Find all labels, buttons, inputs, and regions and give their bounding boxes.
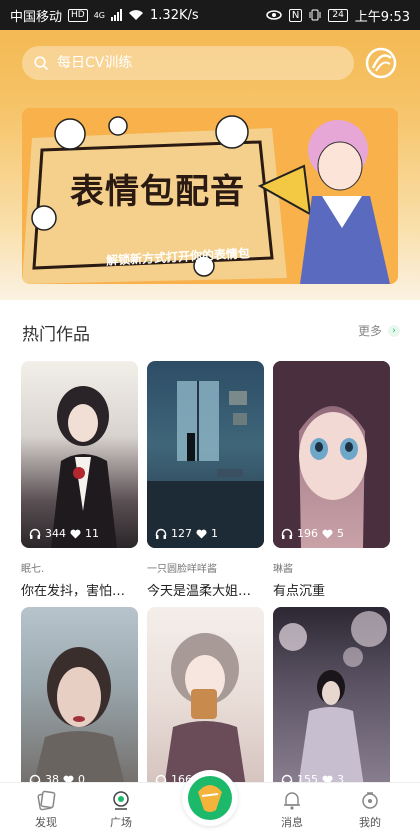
tab-discover[interactable]: 发现 bbox=[16, 789, 76, 830]
work-title[interactable]: 有点沉重 bbox=[273, 580, 390, 599]
work-title[interactable]: 你在发抖，害怕我，... bbox=[21, 580, 138, 599]
work-stats: 196 5 bbox=[281, 527, 344, 540]
app-logo-icon[interactable] bbox=[364, 46, 398, 80]
work-author[interactable]: 一只圆脸咩咩酱 bbox=[147, 560, 264, 575]
create-button[interactable] bbox=[182, 770, 238, 826]
clock: 上午9:53 bbox=[354, 9, 410, 25]
profile-icon bbox=[362, 792, 378, 809]
headphones-icon bbox=[155, 528, 167, 539]
work-stats: 127 1 bbox=[155, 527, 218, 540]
bell-icon bbox=[284, 792, 300, 810]
tab-label: 消息 bbox=[281, 816, 303, 829]
cards-icon bbox=[37, 790, 56, 811]
carrier-label: 中国移动 bbox=[10, 9, 63, 25]
eye-icon bbox=[266, 10, 282, 20]
more-link[interactable]: 更多 › bbox=[358, 322, 400, 339]
headphones-icon bbox=[281, 528, 293, 539]
work-card[interactable]: 127 1 一只圆脸咩咩酱 今天是温柔大姐姐哄... bbox=[147, 361, 264, 599]
play-count: 344 bbox=[45, 527, 66, 540]
tab-square[interactable]: 广场 bbox=[91, 789, 151, 830]
search-bar[interactable] bbox=[22, 46, 354, 80]
signal-icon bbox=[111, 9, 123, 21]
heart-icon bbox=[322, 529, 333, 538]
hd-badge: HD bbox=[68, 8, 88, 22]
work-card[interactable]: 155 3 bbox=[273, 607, 390, 794]
play-count: 127 bbox=[171, 527, 192, 540]
nfc-icon: N bbox=[288, 8, 303, 22]
record-icon bbox=[188, 776, 232, 820]
tab-messages[interactable]: 消息 bbox=[262, 789, 322, 830]
section-title: 热门作品 bbox=[22, 325, 90, 345]
work-card[interactable]: 166 bbox=[147, 607, 264, 794]
work-title[interactable]: 今天是温柔大姐姐哄... bbox=[147, 580, 264, 599]
work-thumbnail: 127 1 bbox=[147, 361, 264, 548]
heart-icon bbox=[196, 529, 207, 538]
work-author[interactable]: 琳酱 bbox=[273, 560, 390, 575]
banner-title: 表情包配音 bbox=[70, 172, 245, 212]
work-thumbnail: 155 3 bbox=[273, 607, 390, 794]
network-speed: 1.32K/s bbox=[150, 7, 199, 23]
work-thumbnail: 38 0 bbox=[21, 607, 138, 794]
tab-label: 广场 bbox=[110, 816, 132, 829]
tab-mine[interactable]: 我的 bbox=[340, 789, 400, 830]
like-count: 11 bbox=[85, 527, 99, 540]
search-input[interactable] bbox=[57, 55, 307, 71]
promo-banner[interactable]: 表情包配音 解锁新方式打开你的表情包 bbox=[22, 108, 398, 284]
chevron-right-icon: › bbox=[388, 324, 400, 337]
heart-icon bbox=[70, 529, 81, 538]
headphones-icon bbox=[29, 528, 41, 539]
globe-icon bbox=[113, 791, 129, 810]
wifi-icon bbox=[129, 10, 144, 20]
vibrate-icon bbox=[309, 9, 321, 21]
work-stats: 344 11 bbox=[29, 527, 99, 540]
work-thumbnail: 344 11 bbox=[21, 361, 138, 548]
search-icon bbox=[34, 55, 49, 70]
work-card[interactable]: 38 0 bbox=[21, 607, 138, 794]
work-author[interactable]: 眠七. bbox=[21, 560, 138, 575]
work-card[interactable]: 344 11 眠七. 你在发抖，害怕我，... bbox=[21, 361, 138, 599]
work-card[interactable]: 196 5 琳酱 有点沉重 bbox=[273, 361, 390, 599]
battery-icon: 24 bbox=[328, 8, 348, 22]
more-label: 更多 bbox=[357, 324, 382, 338]
network-type: 4G bbox=[93, 10, 106, 20]
tab-label: 我的 bbox=[359, 816, 381, 829]
tab-label: 发现 bbox=[35, 816, 57, 829]
status-bar: 中国移动 HD 4G 1.32K/s N 24 上午9:53 bbox=[0, 0, 420, 30]
work-thumbnail: 196 5 bbox=[273, 361, 390, 548]
like-count: 1 bbox=[211, 527, 218, 540]
like-count: 5 bbox=[337, 527, 344, 540]
play-count: 196 bbox=[297, 527, 318, 540]
work-thumbnail: 166 bbox=[147, 607, 264, 794]
